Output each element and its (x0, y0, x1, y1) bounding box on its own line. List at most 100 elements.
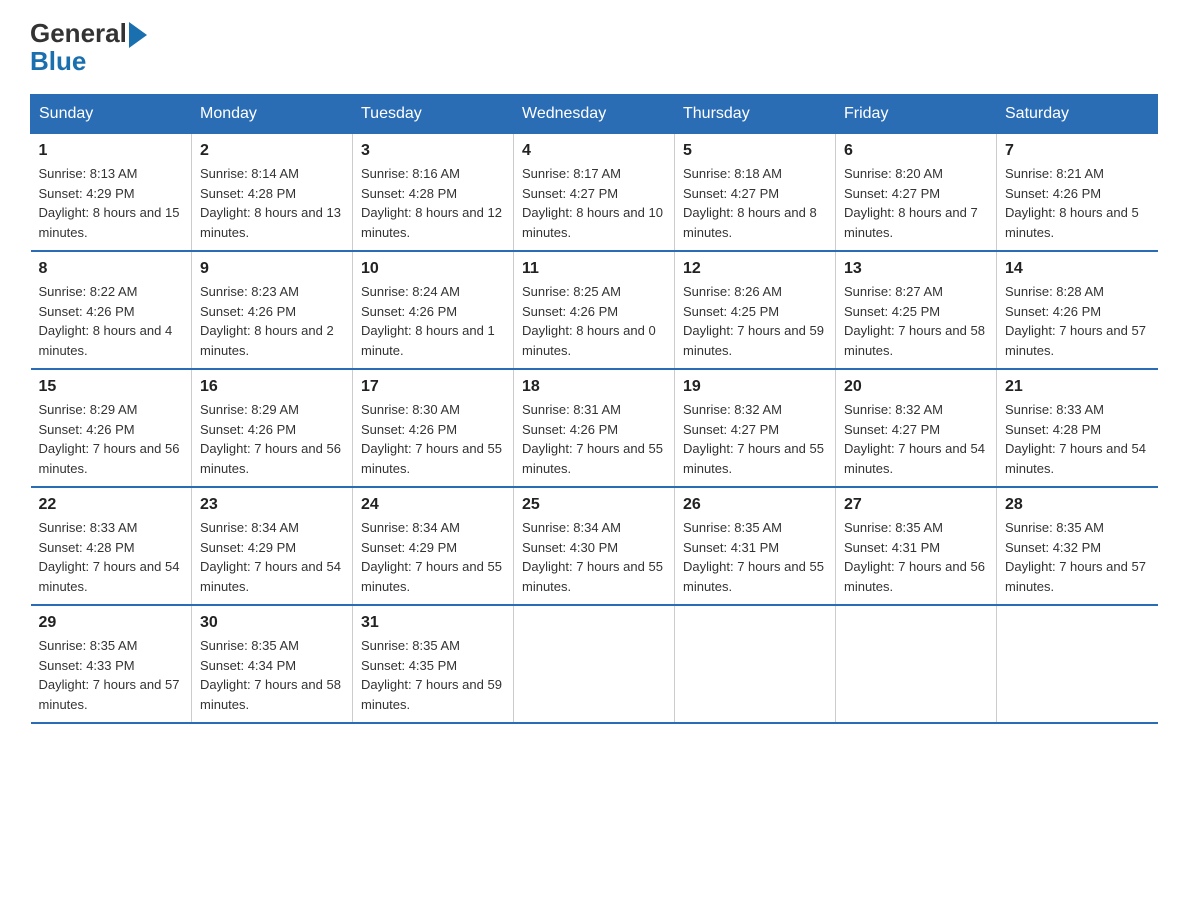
calendar-day-cell: 9 Sunrise: 8:23 AM Sunset: 4:26 PM Dayli… (192, 251, 353, 369)
day-number: 31 (361, 614, 505, 632)
calendar-day-cell: 21 Sunrise: 8:33 AM Sunset: 4:28 PM Dayl… (997, 369, 1158, 487)
calendar-day-cell: 19 Sunrise: 8:32 AM Sunset: 4:27 PM Dayl… (675, 369, 836, 487)
day-info: Sunrise: 8:28 AM Sunset: 4:26 PM Dayligh… (1005, 282, 1150, 360)
day-of-week-header: Friday (836, 95, 997, 134)
day-number: 9 (200, 260, 344, 278)
day-info: Sunrise: 8:30 AM Sunset: 4:26 PM Dayligh… (361, 400, 505, 478)
day-number: 29 (39, 614, 184, 632)
calendar-day-cell: 28 Sunrise: 8:35 AM Sunset: 4:32 PM Dayl… (997, 487, 1158, 605)
day-info: Sunrise: 8:13 AM Sunset: 4:29 PM Dayligh… (39, 164, 184, 242)
calendar-week-row: 8 Sunrise: 8:22 AM Sunset: 4:26 PM Dayli… (31, 251, 1158, 369)
day-of-week-header: Thursday (675, 95, 836, 134)
calendar-day-cell: 15 Sunrise: 8:29 AM Sunset: 4:26 PM Dayl… (31, 369, 192, 487)
day-info: Sunrise: 8:35 AM Sunset: 4:31 PM Dayligh… (844, 518, 988, 596)
day-of-week-header: Wednesday (514, 95, 675, 134)
day-number: 25 (522, 496, 666, 514)
day-number: 2 (200, 142, 344, 160)
day-of-week-header: Sunday (31, 95, 192, 134)
day-number: 19 (683, 378, 827, 396)
calendar-day-cell: 7 Sunrise: 8:21 AM Sunset: 4:26 PM Dayli… (997, 134, 1158, 252)
day-info: Sunrise: 8:18 AM Sunset: 4:27 PM Dayligh… (683, 164, 827, 242)
day-info: Sunrise: 8:29 AM Sunset: 4:26 PM Dayligh… (200, 400, 344, 478)
day-number: 27 (844, 496, 988, 514)
calendar-day-cell: 31 Sunrise: 8:35 AM Sunset: 4:35 PM Dayl… (353, 605, 514, 723)
calendar-day-cell: 20 Sunrise: 8:32 AM Sunset: 4:27 PM Dayl… (836, 369, 997, 487)
day-number: 11 (522, 260, 666, 278)
calendar-day-cell: 29 Sunrise: 8:35 AM Sunset: 4:33 PM Dayl… (31, 605, 192, 723)
day-number: 6 (844, 142, 988, 160)
calendar-day-cell: 24 Sunrise: 8:34 AM Sunset: 4:29 PM Dayl… (353, 487, 514, 605)
day-info: Sunrise: 8:29 AM Sunset: 4:26 PM Dayligh… (39, 400, 184, 478)
day-info: Sunrise: 8:20 AM Sunset: 4:27 PM Dayligh… (844, 164, 988, 242)
day-number: 26 (683, 496, 827, 514)
day-info: Sunrise: 8:35 AM Sunset: 4:35 PM Dayligh… (361, 636, 505, 714)
calendar-day-cell: 11 Sunrise: 8:25 AM Sunset: 4:26 PM Dayl… (514, 251, 675, 369)
calendar-week-row: 15 Sunrise: 8:29 AM Sunset: 4:26 PM Dayl… (31, 369, 1158, 487)
calendar-week-row: 1 Sunrise: 8:13 AM Sunset: 4:29 PM Dayli… (31, 134, 1158, 252)
day-info: Sunrise: 8:14 AM Sunset: 4:28 PM Dayligh… (200, 164, 344, 242)
day-number: 24 (361, 496, 505, 514)
calendar-day-cell (675, 605, 836, 723)
day-number: 5 (683, 142, 827, 160)
day-info: Sunrise: 8:16 AM Sunset: 4:28 PM Dayligh… (361, 164, 505, 242)
day-number: 22 (39, 496, 184, 514)
logo: General Blue (30, 20, 147, 74)
day-number: 30 (200, 614, 344, 632)
day-info: Sunrise: 8:33 AM Sunset: 4:28 PM Dayligh… (1005, 400, 1150, 478)
day-number: 7 (1005, 142, 1150, 160)
calendar-day-cell: 4 Sunrise: 8:17 AM Sunset: 4:27 PM Dayli… (514, 134, 675, 252)
day-info: Sunrise: 8:32 AM Sunset: 4:27 PM Dayligh… (683, 400, 827, 478)
day-number: 13 (844, 260, 988, 278)
day-number: 10 (361, 260, 505, 278)
day-info: Sunrise: 8:34 AM Sunset: 4:29 PM Dayligh… (361, 518, 505, 596)
day-info: Sunrise: 8:22 AM Sunset: 4:26 PM Dayligh… (39, 282, 184, 360)
day-info: Sunrise: 8:21 AM Sunset: 4:26 PM Dayligh… (1005, 164, 1150, 242)
calendar-table: SundayMondayTuesdayWednesdayThursdayFrid… (30, 94, 1158, 724)
logo-triangle-icon (129, 22, 147, 48)
day-info: Sunrise: 8:35 AM Sunset: 4:33 PM Dayligh… (39, 636, 184, 714)
day-number: 8 (39, 260, 184, 278)
calendar-day-cell: 12 Sunrise: 8:26 AM Sunset: 4:25 PM Dayl… (675, 251, 836, 369)
day-info: Sunrise: 8:26 AM Sunset: 4:25 PM Dayligh… (683, 282, 827, 360)
logo-line2: Blue (30, 48, 86, 74)
calendar-day-cell: 23 Sunrise: 8:34 AM Sunset: 4:29 PM Dayl… (192, 487, 353, 605)
day-number: 18 (522, 378, 666, 396)
day-info: Sunrise: 8:23 AM Sunset: 4:26 PM Dayligh… (200, 282, 344, 360)
day-info: Sunrise: 8:35 AM Sunset: 4:32 PM Dayligh… (1005, 518, 1150, 596)
day-number: 14 (1005, 260, 1150, 278)
day-number: 15 (39, 378, 184, 396)
day-number: 17 (361, 378, 505, 396)
day-info: Sunrise: 8:24 AM Sunset: 4:26 PM Dayligh… (361, 282, 505, 360)
day-number: 1 (39, 142, 184, 160)
calendar-header-row: SundayMondayTuesdayWednesdayThursdayFrid… (31, 95, 1158, 134)
calendar-day-cell: 2 Sunrise: 8:14 AM Sunset: 4:28 PM Dayli… (192, 134, 353, 252)
calendar-week-row: 22 Sunrise: 8:33 AM Sunset: 4:28 PM Dayl… (31, 487, 1158, 605)
day-info: Sunrise: 8:25 AM Sunset: 4:26 PM Dayligh… (522, 282, 666, 360)
day-info: Sunrise: 8:34 AM Sunset: 4:29 PM Dayligh… (200, 518, 344, 596)
calendar-day-cell: 16 Sunrise: 8:29 AM Sunset: 4:26 PM Dayl… (192, 369, 353, 487)
day-of-week-header: Monday (192, 95, 353, 134)
day-info: Sunrise: 8:35 AM Sunset: 4:31 PM Dayligh… (683, 518, 827, 596)
day-info: Sunrise: 8:32 AM Sunset: 4:27 PM Dayligh… (844, 400, 988, 478)
day-number: 20 (844, 378, 988, 396)
calendar-day-cell: 25 Sunrise: 8:34 AM Sunset: 4:30 PM Dayl… (514, 487, 675, 605)
page-header: General Blue (30, 20, 1158, 74)
day-number: 28 (1005, 496, 1150, 514)
day-info: Sunrise: 8:27 AM Sunset: 4:25 PM Dayligh… (844, 282, 988, 360)
day-info: Sunrise: 8:34 AM Sunset: 4:30 PM Dayligh… (522, 518, 666, 596)
day-info: Sunrise: 8:33 AM Sunset: 4:28 PM Dayligh… (39, 518, 184, 596)
calendar-day-cell: 8 Sunrise: 8:22 AM Sunset: 4:26 PM Dayli… (31, 251, 192, 369)
calendar-day-cell: 30 Sunrise: 8:35 AM Sunset: 4:34 PM Dayl… (192, 605, 353, 723)
day-number: 12 (683, 260, 827, 278)
calendar-day-cell: 5 Sunrise: 8:18 AM Sunset: 4:27 PM Dayli… (675, 134, 836, 252)
calendar-day-cell: 3 Sunrise: 8:16 AM Sunset: 4:28 PM Dayli… (353, 134, 514, 252)
logo-line1: General (30, 20, 147, 48)
day-number: 23 (200, 496, 344, 514)
day-number: 3 (361, 142, 505, 160)
calendar-day-cell (836, 605, 997, 723)
calendar-day-cell: 22 Sunrise: 8:33 AM Sunset: 4:28 PM Dayl… (31, 487, 192, 605)
calendar-day-cell: 1 Sunrise: 8:13 AM Sunset: 4:29 PM Dayli… (31, 134, 192, 252)
calendar-day-cell: 26 Sunrise: 8:35 AM Sunset: 4:31 PM Dayl… (675, 487, 836, 605)
day-number: 16 (200, 378, 344, 396)
calendar-day-cell: 6 Sunrise: 8:20 AM Sunset: 4:27 PM Dayli… (836, 134, 997, 252)
